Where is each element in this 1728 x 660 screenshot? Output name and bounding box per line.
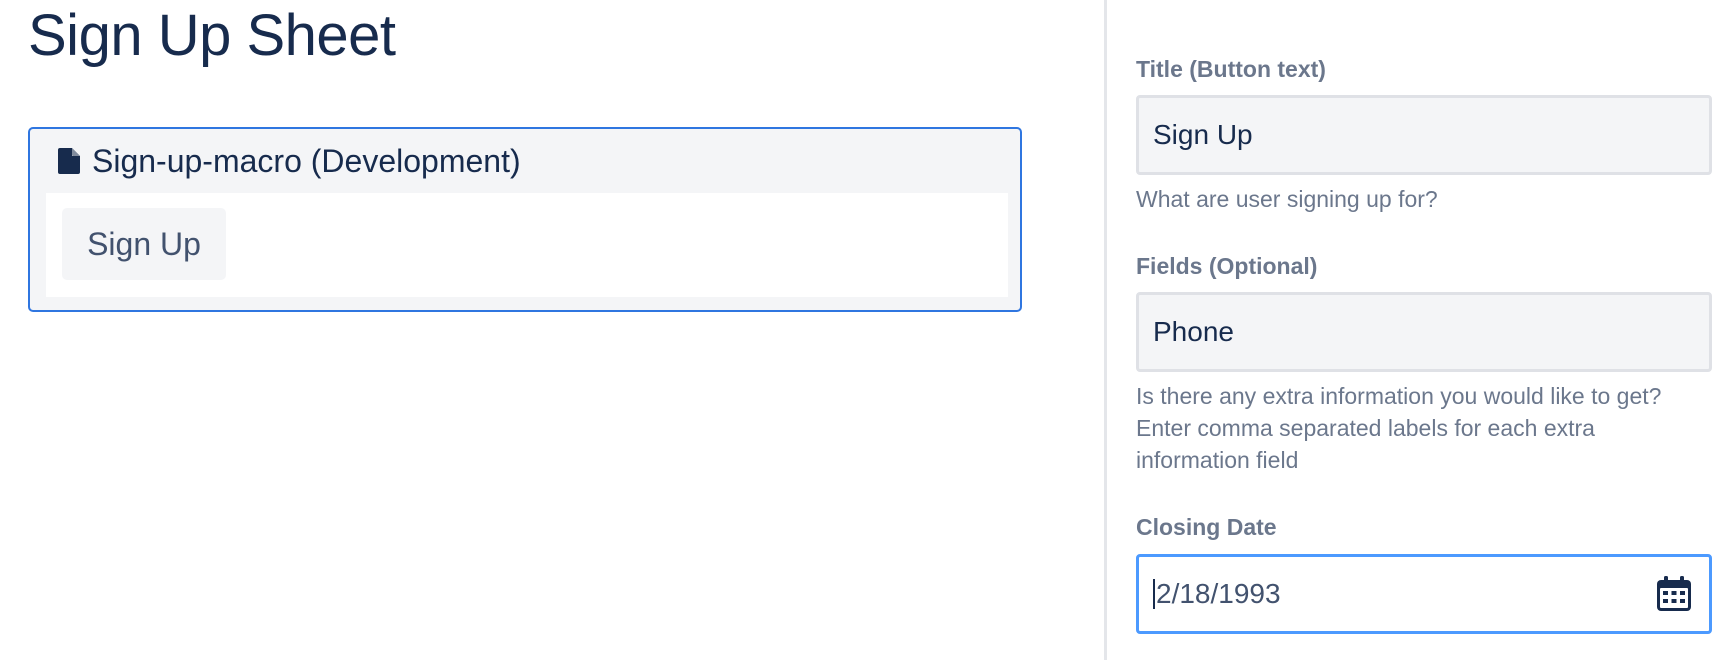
title-field-label: Title (Button text) [1136, 56, 1326, 82]
closing-date-value: 2/18/1993 [1156, 578, 1281, 609]
panel-divider [1104, 0, 1107, 660]
fields-help-text: Is there any extra information you would… [1136, 383, 1662, 473]
title-input[interactable]: Sign Up [1136, 95, 1712, 175]
macro-container[interactable]: Sign-up-macro (Development) Sign Up [28, 127, 1022, 312]
macro-preview: Sign Up [46, 193, 1008, 297]
macro-header: Sign-up-macro (Development) [58, 141, 521, 181]
macro-config-panel: Title (Button text) Sign Up What are use… [1136, 0, 1712, 660]
closing-date-input[interactable]: 2/18/1993 [1136, 554, 1712, 634]
page-title: Sign Up Sheet [28, 3, 396, 68]
fields-field-label: Fields (Optional) [1136, 253, 1318, 279]
sign-up-button[interactable]: Sign Up [62, 208, 226, 280]
editor-area: Sign Up Sheet Sign-up-macro (Development… [0, 0, 1104, 660]
text-caret [1153, 579, 1155, 609]
fields-input[interactable]: Phone [1136, 292, 1712, 372]
document-icon [58, 148, 80, 174]
title-help-text: What are user signing up for? [1136, 186, 1438, 212]
macro-title: Sign-up-macro (Development) [92, 142, 521, 179]
calendar-icon[interactable] [1655, 575, 1693, 613]
closing-date-label: Closing Date [1136, 514, 1277, 540]
